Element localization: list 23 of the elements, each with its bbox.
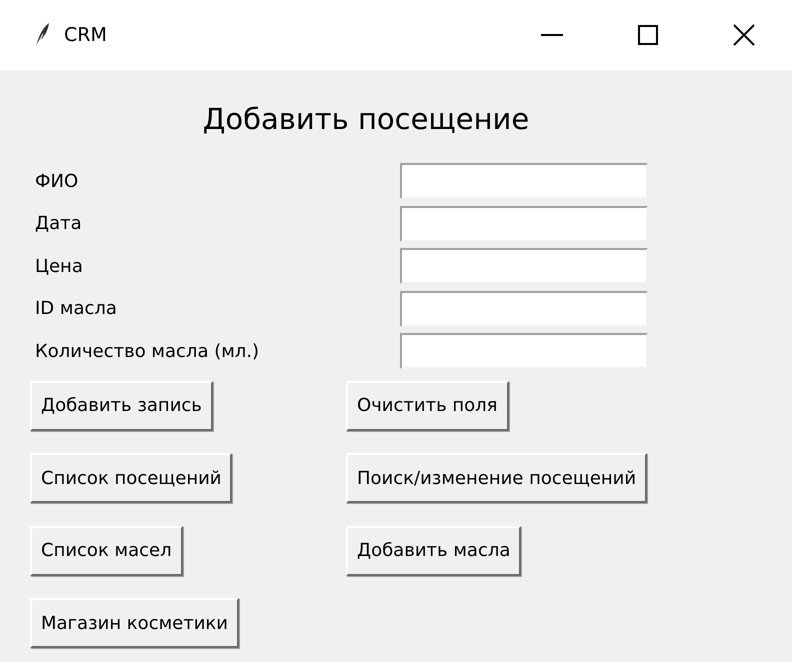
minimize-icon bbox=[541, 34, 563, 36]
field-label: ФИО bbox=[35, 170, 80, 194]
feather-icon bbox=[34, 22, 50, 48]
input-field[interactable] bbox=[400, 333, 648, 370]
action-button[interactable]: Список посещений bbox=[30, 453, 232, 503]
field-label: ID масла bbox=[35, 297, 118, 322]
action-button[interactable]: Очистить поля bbox=[346, 380, 509, 430]
action-button[interactable]: Поиск/изменение посещений bbox=[346, 453, 648, 503]
action-button[interactable]: Магазин косметики bbox=[30, 598, 239, 648]
form-heading: Добавить посещение bbox=[202, 102, 530, 136]
input-field[interactable] bbox=[400, 163, 648, 200]
input-field[interactable] bbox=[400, 248, 648, 284]
window-title: CRM bbox=[64, 22, 107, 48]
action-button[interactable]: Добавить масла bbox=[346, 526, 522, 576]
action-button[interactable]: Добавить запись bbox=[30, 380, 213, 430]
input-field[interactable] bbox=[400, 206, 648, 242]
field-label: Цена bbox=[35, 254, 84, 279]
input-field[interactable] bbox=[400, 290, 648, 327]
field-label: Дата bbox=[35, 212, 83, 236]
action-button[interactable]: Список масел bbox=[30, 526, 183, 576]
maximize-icon bbox=[638, 25, 658, 45]
close-icon bbox=[733, 24, 755, 46]
field-label: Количество масла (мл.) bbox=[35, 340, 260, 364]
